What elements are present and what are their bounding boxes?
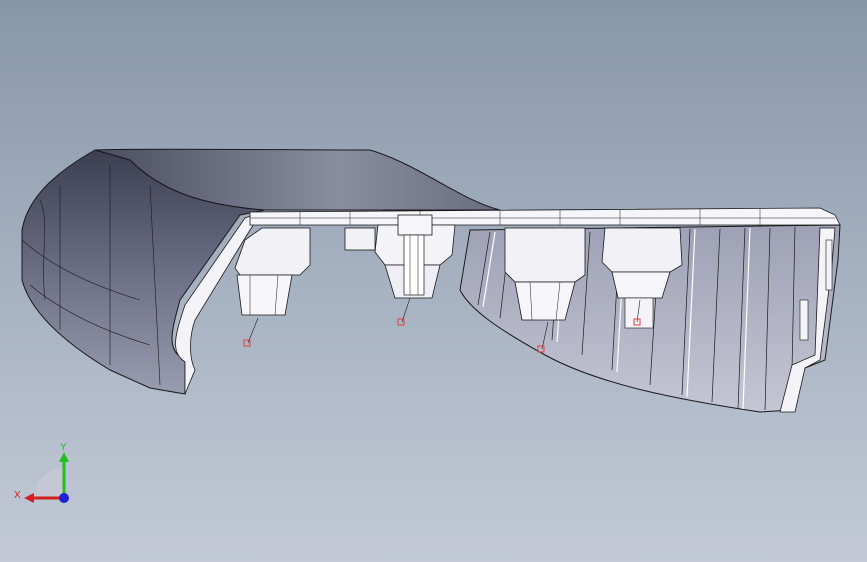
triad-x-label: X <box>14 490 21 501</box>
part-snap-clip[interactable] <box>344 214 456 299</box>
sketch-point-2[interactable] <box>397 297 411 326</box>
part-top-flange[interactable] <box>249 207 841 226</box>
triad-y-arrow-icon <box>59 452 69 462</box>
triad-z-axis-icon <box>59 493 69 503</box>
sketch-point-1[interactable] <box>243 317 259 347</box>
triad-plane <box>34 468 64 498</box>
reference-triad: Y X <box>14 442 69 503</box>
triad-x-arrow-icon <box>24 493 34 503</box>
3d-model-view[interactable] <box>0 0 867 562</box>
graphics-viewport[interactable]: Y X <box>0 0 867 562</box>
part-clip-boss-1[interactable] <box>234 227 311 316</box>
triad-y-label: Y <box>60 442 67 453</box>
